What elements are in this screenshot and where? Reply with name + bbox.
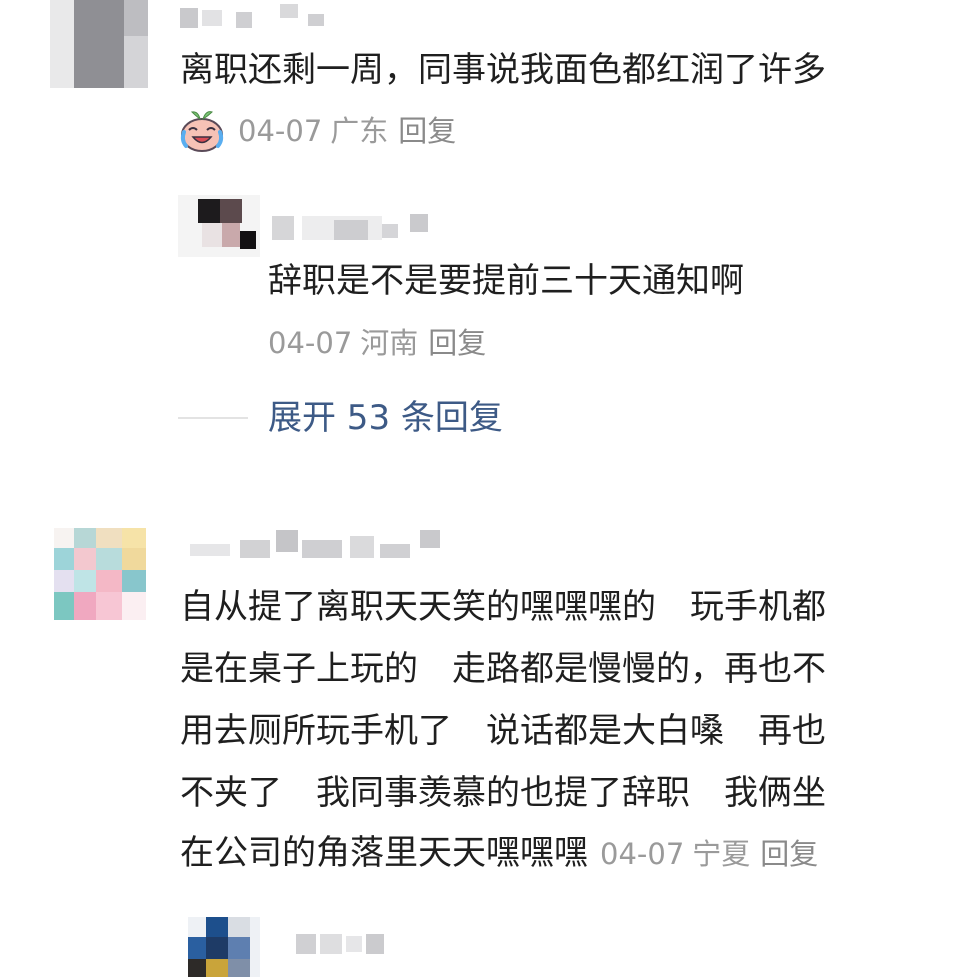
reply-button[interactable]: 回复 xyxy=(760,837,818,871)
comment-text-line: 用去厕所玩手机了 说话都是大白嗓 再也 xyxy=(180,711,826,751)
reply-date: 04-07 xyxy=(268,326,353,360)
reply-button[interactable]: 回复 xyxy=(398,114,456,148)
comment-location: 广东 xyxy=(330,114,389,148)
comment-text-line: 是在桌子上玩的 走路都是慢慢的，再也不 xyxy=(180,649,826,689)
username-blurred[interactable] xyxy=(272,210,432,240)
reply-button[interactable]: 回复 xyxy=(428,326,486,360)
comment-location: 宁夏 xyxy=(692,837,751,871)
reply-text: 辞职是不是要提前三十天通知啊 xyxy=(268,261,744,301)
avatar[interactable] xyxy=(50,0,148,88)
comment-text-line: 自从提了离职天天笑的嘿嘿嘿的 玩手机都 xyxy=(180,587,826,627)
expand-replies-button[interactable]: 展开 53 条回复 xyxy=(268,398,503,438)
laughing-crying-emoji-icon xyxy=(180,111,224,152)
expand-divider xyxy=(178,417,248,419)
reply-meta: 04-07 河南 回复 xyxy=(268,326,486,360)
comment-meta: 04-07 宁夏 回复 xyxy=(600,837,818,871)
comment-text: 离职还剩一周，同事说我面色都红润了许多 xyxy=(180,50,826,90)
avatar[interactable] xyxy=(188,917,260,977)
avatar[interactable] xyxy=(54,528,146,620)
comment-date: 04-07 xyxy=(238,114,323,148)
username-blurred[interactable] xyxy=(180,528,450,560)
reply-location: 河南 xyxy=(360,326,419,360)
username-blurred[interactable] xyxy=(180,2,340,28)
avatar[interactable] xyxy=(178,195,260,257)
comment-text-line: 不夹了 我同事羡慕的也提了辞职 我俩坐 xyxy=(180,773,826,813)
comment-text-line: 在公司的角落里天天嘿嘿嘿 04-07 宁夏 回复 xyxy=(180,833,818,873)
comment-text-last: 在公司的角落里天天嘿嘿嘿 xyxy=(180,833,588,873)
comment-date: 04-07 xyxy=(600,837,685,871)
username-blurred[interactable] xyxy=(296,932,396,956)
comment-meta: 04-07 广东 回复 xyxy=(238,114,456,148)
